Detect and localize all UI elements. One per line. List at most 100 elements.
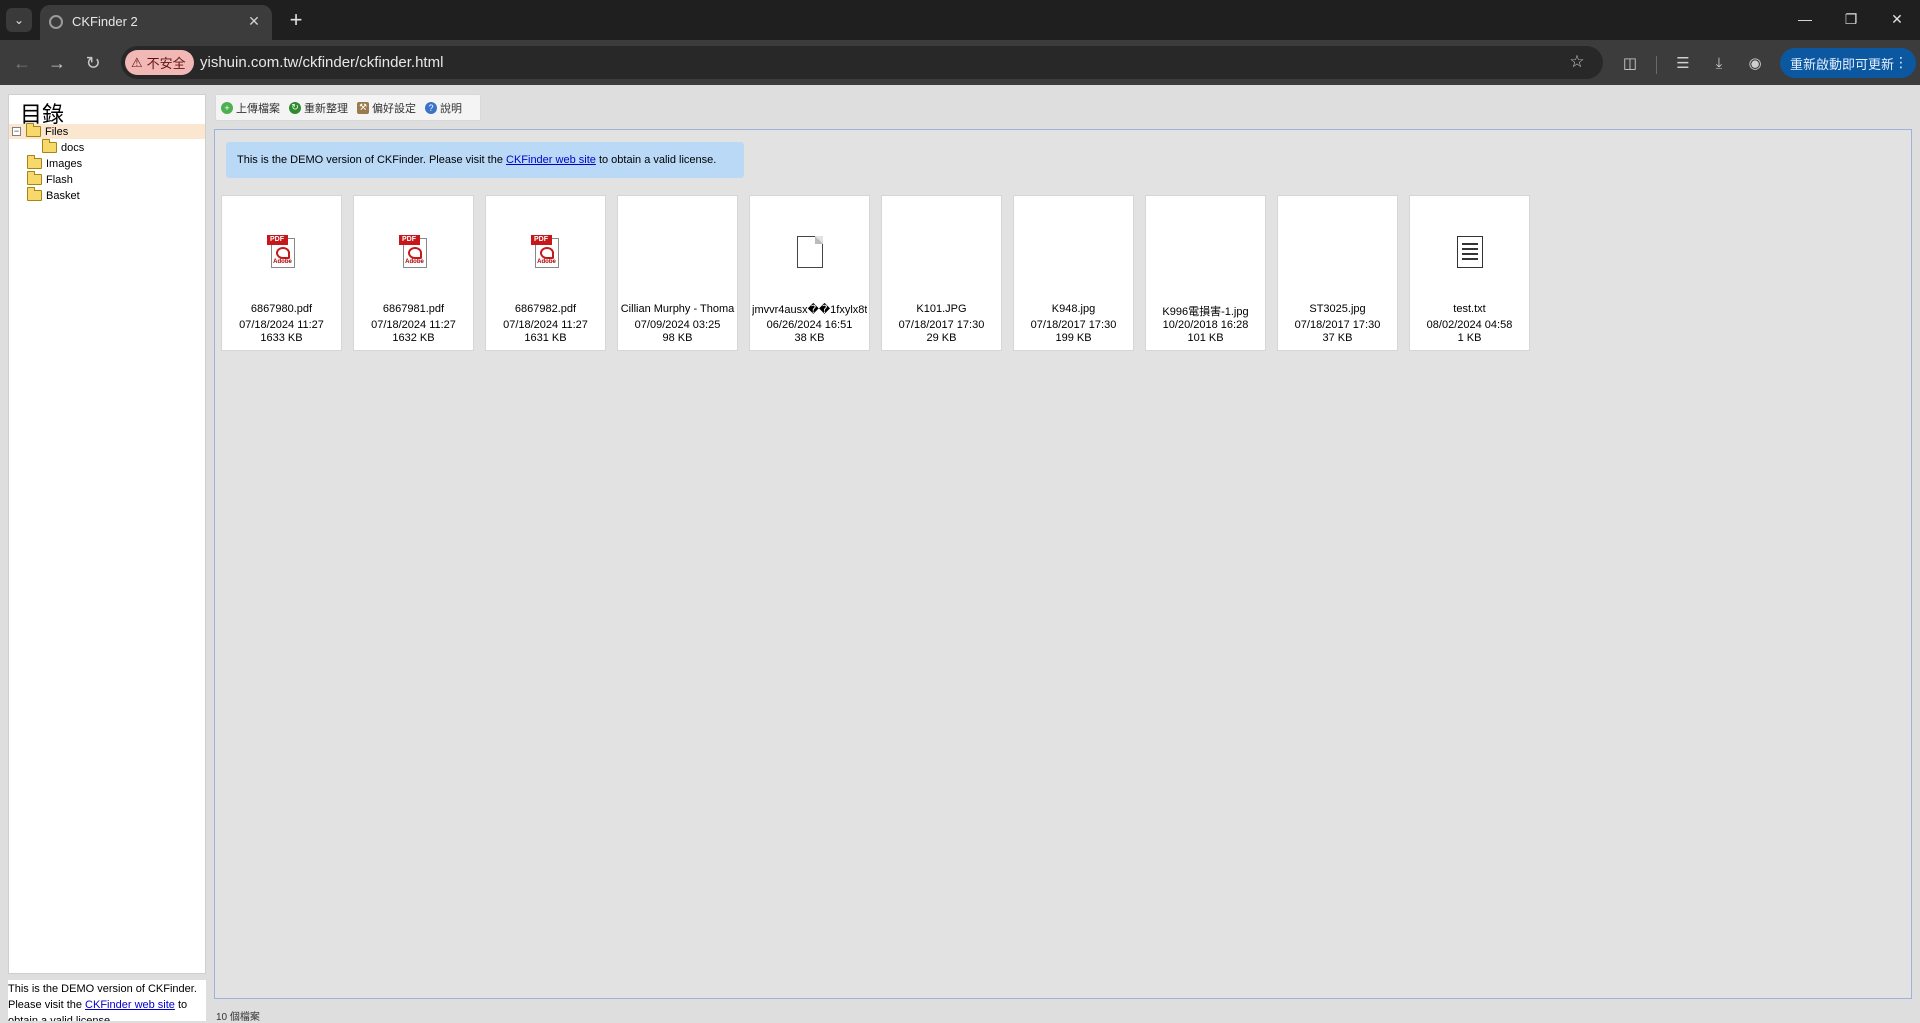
file-size: 1633 KB bbox=[260, 332, 303, 344]
file-thumbnail[interactable]: jmvvr4ausx��1fxylx8t 06/26/2024 16:51 38… bbox=[749, 195, 870, 351]
toolbar-divider bbox=[1656, 56, 1657, 74]
file-name: 6867980.pdf bbox=[250, 303, 313, 315]
file-preview bbox=[750, 232, 869, 272]
upload-label: 上傳檔案 bbox=[236, 102, 280, 115]
tree-item-basket[interactable]: Basket bbox=[27, 187, 80, 203]
folder-icon bbox=[27, 171, 42, 185]
demo-banner-text: This is the DEMO version of CKFinder. Pl… bbox=[237, 154, 503, 166]
file-size: 1 KB bbox=[1457, 332, 1482, 344]
collapse-toggle-icon[interactable]: − bbox=[12, 127, 21, 136]
file-date: 07/18/2017 17:30 bbox=[898, 319, 985, 331]
sidebar-demo-notice: This is the DEMO version of CKFinder. Pl… bbox=[8, 980, 206, 1021]
globe-icon bbox=[49, 15, 63, 29]
file-date: 07/18/2024 11:27 bbox=[239, 319, 324, 331]
file-thumbnail[interactable]: test.txt 08/02/2024 04:58 1 KB bbox=[1409, 195, 1530, 351]
files-panel: This is the DEMO version of CKFinder. Pl… bbox=[214, 129, 1912, 999]
browser-tab-active[interactable]: CKFinder 2 ✕ bbox=[40, 5, 272, 40]
file-date: 06/26/2024 16:51 bbox=[766, 319, 853, 331]
file-thumbnail[interactable]: K996電損害-1.jpg 10/20/2018 16:28 101 KB bbox=[1145, 195, 1266, 351]
refresh-button[interactable]: ↻ 重新整理 bbox=[289, 100, 348, 116]
file-thumbnail[interactable]: ST3025.jpg 07/18/2017 17:30 37 KB bbox=[1277, 195, 1398, 351]
update-label: 重新啟動即可更新 bbox=[1790, 56, 1895, 72]
folder-icon bbox=[42, 139, 57, 153]
text-file-icon bbox=[1456, 236, 1483, 268]
file-thumbnail[interactable]: Cillian Murphy - Thoma 07/09/2024 03:25 … bbox=[617, 195, 738, 351]
file-preview bbox=[1014, 232, 1133, 272]
bookmark-star-icon[interactable]: ☆ bbox=[1565, 50, 1589, 74]
file-size: 98 KB bbox=[662, 332, 693, 344]
ckfinder-toolbar: + 上傳檔案 ↻ 重新整理 ⚒ 偏好設定 ? 說明 bbox=[215, 94, 481, 121]
file-thumbnail[interactable]: PDF Adobe 6867980.pdf 07/18/2024 11:27 16… bbox=[221, 195, 342, 351]
tab-search-chevron-icon[interactable]: ⌄ bbox=[6, 8, 32, 32]
restore-icon[interactable]: ❐ bbox=[1834, 6, 1868, 32]
download-icon[interactable]: ⤓ bbox=[1706, 50, 1732, 76]
file-name: test.txt bbox=[1453, 303, 1486, 315]
menu-dots-icon[interactable]: ⋮ bbox=[1894, 54, 1908, 71]
upload-button[interactable]: + 上傳檔案 bbox=[221, 100, 280, 116]
file-preview: PDF Adobe bbox=[354, 232, 473, 272]
refresh-icon: ↻ bbox=[289, 101, 301, 114]
tree-item-label: Files bbox=[45, 125, 69, 138]
tree-item-label: Basket bbox=[46, 189, 80, 202]
pdf-file-icon: PDF Adobe bbox=[266, 235, 297, 269]
file-size: 199 KB bbox=[1055, 332, 1092, 344]
ckfinder-website-link[interactable]: CKFinder web site bbox=[85, 999, 175, 1011]
minimize-icon[interactable]: — bbox=[1788, 6, 1822, 32]
folder-icon bbox=[27, 155, 42, 169]
media-control-icon[interactable]: ☰ bbox=[1670, 50, 1696, 76]
url-text[interactable]: yishuin.com.tw/ckfinder/ckfinder.html bbox=[200, 54, 443, 71]
file-name: K948.jpg bbox=[1051, 303, 1096, 315]
file-thumbnail[interactable]: PDF Adobe 6867982.pdf 07/18/2024 11:27 16… bbox=[485, 195, 606, 351]
settings-button[interactable]: ⚒ 偏好設定 bbox=[357, 100, 416, 116]
file-date: 10/20/2018 16:28 bbox=[1162, 319, 1249, 331]
file-date: 07/18/2017 17:30 bbox=[1030, 319, 1117, 331]
file-size: 29 KB bbox=[926, 332, 957, 344]
file-name: K101.JPG bbox=[916, 303, 967, 315]
tree-item-flash[interactable]: Flash bbox=[27, 171, 73, 187]
help-icon: ? bbox=[425, 101, 437, 114]
close-window-icon[interactable]: ✕ bbox=[1880, 6, 1914, 32]
address-bar[interactable]: ⚠ 不安全 yishuin.com.tw/ckfinder/ckfinder.h… bbox=[121, 46, 1603, 79]
tree-item-label: Flash bbox=[46, 173, 73, 186]
file-date: 07/09/2024 03:25 bbox=[634, 319, 721, 331]
forward-arrow-icon[interactable]: → bbox=[44, 50, 70, 76]
security-chip[interactable]: ⚠ 不安全 bbox=[125, 50, 194, 75]
insecure-label: 不安全 bbox=[146, 56, 186, 71]
file-date: 08/02/2024 04:58 bbox=[1426, 319, 1513, 331]
file-date: 07/18/2024 11:27 bbox=[503, 319, 588, 331]
file-preview bbox=[1410, 232, 1529, 272]
upload-icon: + bbox=[221, 101, 233, 114]
back-arrow-icon[interactable]: ← bbox=[9, 50, 35, 76]
file-name: jmvvr4ausx��1fxylx8t bbox=[752, 304, 867, 316]
file-thumbnail[interactable]: K948.jpg 07/18/2017 17:30 199 KB bbox=[1013, 195, 1134, 351]
file-preview bbox=[1146, 232, 1265, 272]
pdf-file-icon: PDF Adobe bbox=[530, 235, 561, 269]
tree-item-images[interactable]: Images bbox=[27, 155, 83, 171]
update-restart-button[interactable]: 重新啟動即可更新 ⋮ bbox=[1780, 48, 1916, 78]
file-name: 6867982.pdf bbox=[514, 303, 577, 315]
file-name: 6867981.pdf bbox=[382, 303, 445, 315]
blank-file-icon bbox=[796, 236, 823, 268]
file-name: ST3025.jpg bbox=[1309, 303, 1366, 315]
tab-title: CKFinder 2 bbox=[72, 14, 138, 29]
browser-toolbar: ← → ↻ ⚠ 不安全 yishuin.com.tw/ckfinder/ckfi… bbox=[0, 40, 1920, 85]
file-preview bbox=[882, 232, 1001, 272]
settings-label: 偏好設定 bbox=[372, 102, 416, 115]
file-preview bbox=[1278, 232, 1397, 272]
file-name: K996電損害-1.jpg bbox=[1162, 306, 1249, 318]
file-thumbnail[interactable]: K101.JPG 07/18/2017 17:30 29 KB bbox=[881, 195, 1002, 351]
new-tab-button[interactable]: + bbox=[282, 7, 310, 33]
tree-item-docs[interactable]: docs bbox=[42, 139, 84, 155]
file-date: 07/18/2024 11:27 bbox=[371, 319, 456, 331]
extensions-puzzle-icon[interactable]: ◫ bbox=[1617, 50, 1643, 76]
tree-item-label: Images bbox=[46, 157, 83, 170]
file-thumbnail[interactable]: PDF Adobe 6867981.pdf 07/18/2024 11:27 16… bbox=[353, 195, 474, 351]
tree-item-files[interactable]: − Files bbox=[9, 123, 205, 139]
reload-icon[interactable]: ↻ bbox=[80, 50, 106, 76]
folder-icon bbox=[27, 187, 42, 201]
file-size: 38 KB bbox=[794, 332, 825, 344]
profile-avatar-icon[interactable]: ◉ bbox=[1742, 50, 1768, 76]
help-button[interactable]: ? 說明 bbox=[425, 100, 462, 116]
close-tab-icon[interactable]: ✕ bbox=[244, 11, 264, 31]
ckfinder-website-link[interactable]: CKFinder web site bbox=[506, 154, 596, 166]
